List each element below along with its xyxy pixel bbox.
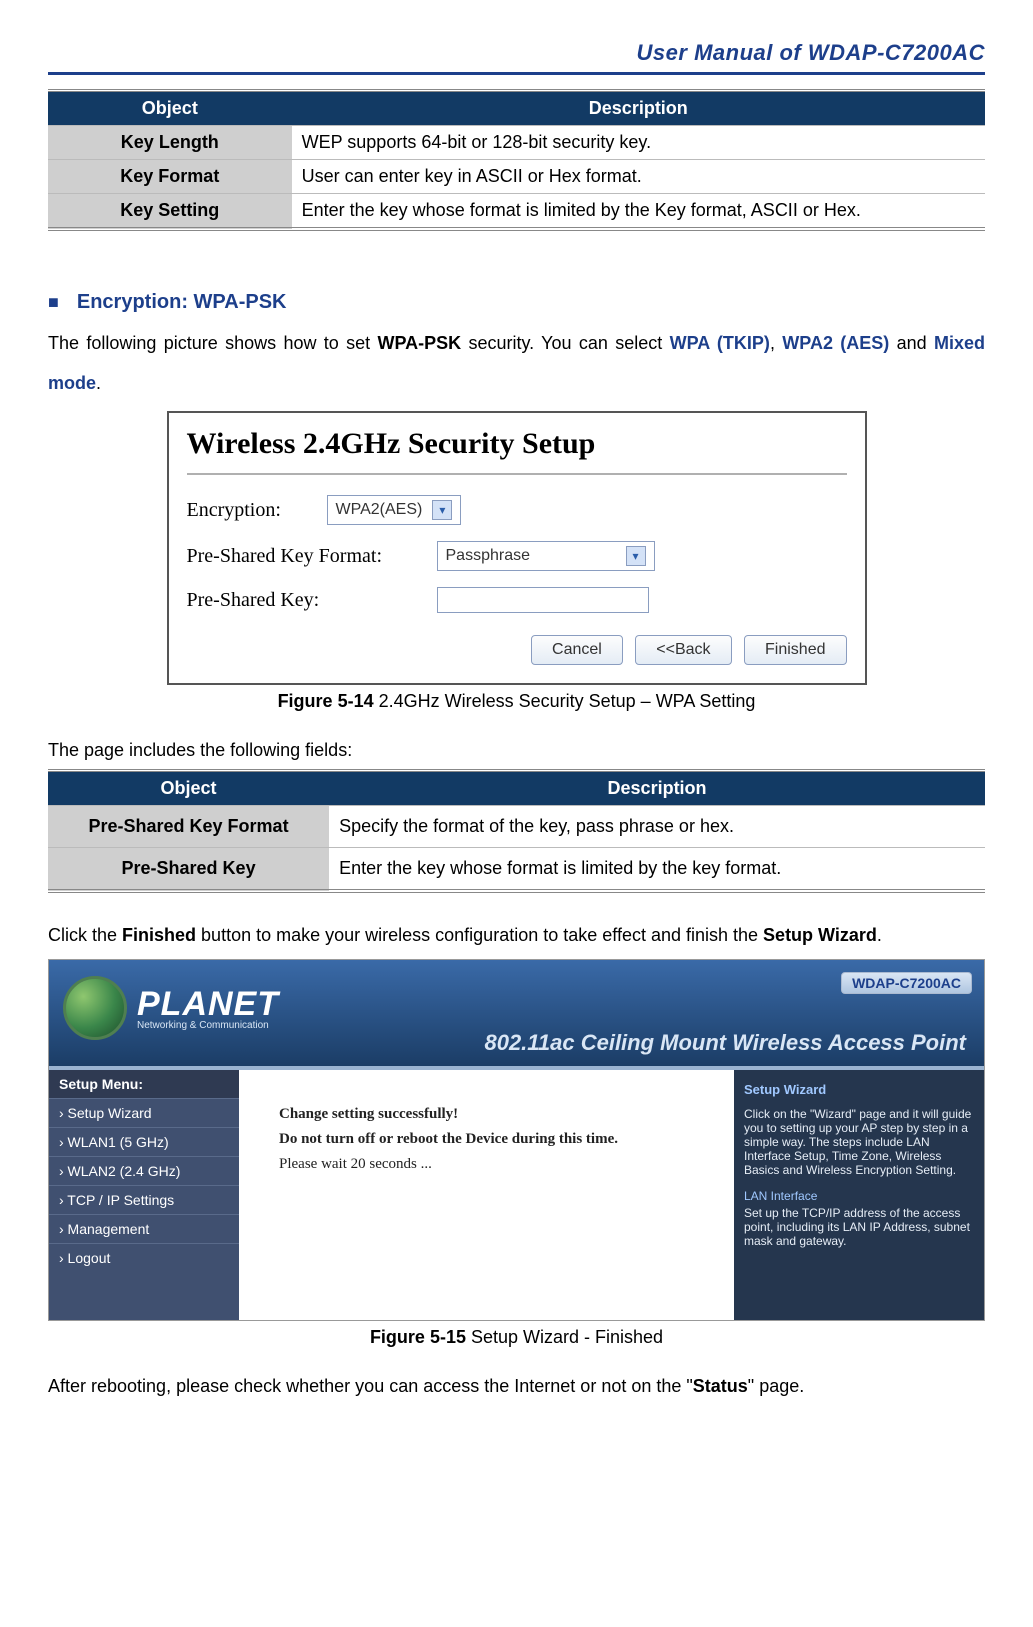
- table-wep-keys: Object Description Key Length WEP suppor…: [48, 89, 985, 231]
- sidebar-item-tcpip[interactable]: › TCP / IP Settings: [49, 1185, 239, 1214]
- finished-button[interactable]: Finished: [744, 635, 846, 665]
- brand-subtitle: Networking & Communication: [137, 1020, 279, 1031]
- banner-tagline: 802.11ac Ceiling Mount Wireless Access P…: [484, 1030, 966, 1056]
- chevron-down-icon: ▾: [432, 500, 452, 520]
- device-banner: PLANET Networking & Communication WDAP-C…: [49, 960, 984, 1070]
- wpa-psk-intro-paragraph: The following picture shows how to set W…: [48, 324, 985, 403]
- figure-5-14-panel: Wireless 2.4GHz Security Setup Encryptio…: [167, 411, 867, 685]
- after-reboot-note: After rebooting, please check whether yo…: [48, 1374, 985, 1399]
- table1-head-object: Object: [48, 91, 292, 126]
- psk-format-label: Pre-Shared Key Format:: [187, 545, 437, 568]
- planet-globe-icon: [63, 976, 127, 1040]
- sidebar-item-setup-wizard[interactable]: › Setup Wizard: [49, 1098, 239, 1127]
- help-sub-paragraph: Set up the TCP/IP address of the access …: [744, 1206, 974, 1248]
- table1-r2-obj: Key Setting: [48, 194, 292, 230]
- encryption-select[interactable]: WPA2(AES) ▾: [327, 495, 462, 525]
- status-line-2: Do not turn off or reboot the Device dur…: [279, 1131, 694, 1148]
- psk-format-value: Passphrase: [446, 547, 531, 565]
- section-encryption-wpa-psk: ■ Encryption: WPA-PSK: [48, 291, 985, 314]
- sidebar-title: Setup Menu:: [49, 1070, 239, 1098]
- figure-5-14-caption: Figure 5-14 2.4GHz Wireless Security Set…: [48, 691, 985, 712]
- fields-intro: The page includes the following fields:: [48, 738, 985, 763]
- table1-r0-obj: Key Length: [48, 126, 292, 160]
- figure-5-15-panel: PLANET Networking & Communication WDAP-C…: [48, 959, 985, 1321]
- back-button[interactable]: <<Back: [635, 635, 731, 665]
- figure-rule: [187, 473, 847, 475]
- help-title: Setup Wizard: [744, 1082, 974, 1097]
- chevron-down-icon: ▾: [626, 546, 646, 566]
- table-wpa-fields: Object Description Pre-Shared Key Format…: [48, 769, 985, 893]
- table1-head-desc: Description: [292, 91, 985, 126]
- encryption-label: Encryption:: [187, 499, 327, 522]
- psk-label: Pre-Shared Key:: [187, 589, 437, 612]
- header-rule: [48, 72, 985, 75]
- psk-format-select[interactable]: Passphrase ▾: [437, 541, 655, 571]
- sidebar-item-wlan1[interactable]: › WLAN1 (5 GHz): [49, 1127, 239, 1156]
- status-line-1: Change setting successfully!: [279, 1106, 694, 1123]
- table1-r2-desc: Enter the key whose format is limited by…: [292, 194, 985, 230]
- setup-menu-sidebar: Setup Menu: › Setup Wizard › WLAN1 (5 GH…: [49, 1070, 239, 1320]
- table1-r0-desc: WEP supports 64-bit or 128-bit security …: [292, 126, 985, 160]
- table2-r0-obj: Pre-Shared Key Format: [48, 806, 329, 848]
- psk-input[interactable]: [437, 587, 649, 613]
- table2-r1-desc: Enter the key whose format is limited by…: [329, 848, 985, 892]
- help-subtitle: LAN Interface: [744, 1189, 974, 1203]
- model-badge: WDAP-C7200AC: [841, 972, 972, 994]
- help-panel: Setup Wizard Click on the "Wizard" page …: [734, 1070, 984, 1320]
- sidebar-item-management[interactable]: › Management: [49, 1214, 239, 1243]
- security-setup-title: Wireless 2.4GHz Security Setup: [187, 427, 847, 461]
- table2-head-object: Object: [48, 771, 329, 806]
- main-content-area: Change setting successfully! Do not turn…: [239, 1070, 734, 1320]
- table1-r1-desc: User can enter key in ASCII or Hex forma…: [292, 160, 985, 194]
- table1-r1-obj: Key Format: [48, 160, 292, 194]
- brand-name: PLANET: [137, 985, 279, 1024]
- page-header-title: User Manual of WDAP-C7200AC: [48, 40, 985, 66]
- sidebar-item-logout[interactable]: › Logout: [49, 1243, 239, 1272]
- table2-r0-desc: Specify the format of the key, pass phra…: [329, 806, 985, 848]
- bullet-square-icon: ■: [48, 292, 59, 312]
- figure-5-15-caption: Figure 5-15 Setup Wizard - Finished: [48, 1327, 985, 1348]
- table2-head-desc: Description: [329, 771, 985, 806]
- encryption-select-value: WPA2(AES): [336, 501, 423, 519]
- help-paragraph: Click on the "Wizard" page and it will g…: [744, 1107, 974, 1177]
- section-title: Encryption: WPA-PSK: [77, 291, 287, 313]
- sidebar-item-wlan2[interactable]: › WLAN2 (2.4 GHz): [49, 1156, 239, 1185]
- status-line-3: Please wait 20 seconds ...: [279, 1156, 694, 1173]
- cancel-button[interactable]: Cancel: [531, 635, 623, 665]
- table2-r1-obj: Pre-Shared Key: [48, 848, 329, 892]
- finish-instruction: Click the Finished button to make your w…: [48, 923, 985, 948]
